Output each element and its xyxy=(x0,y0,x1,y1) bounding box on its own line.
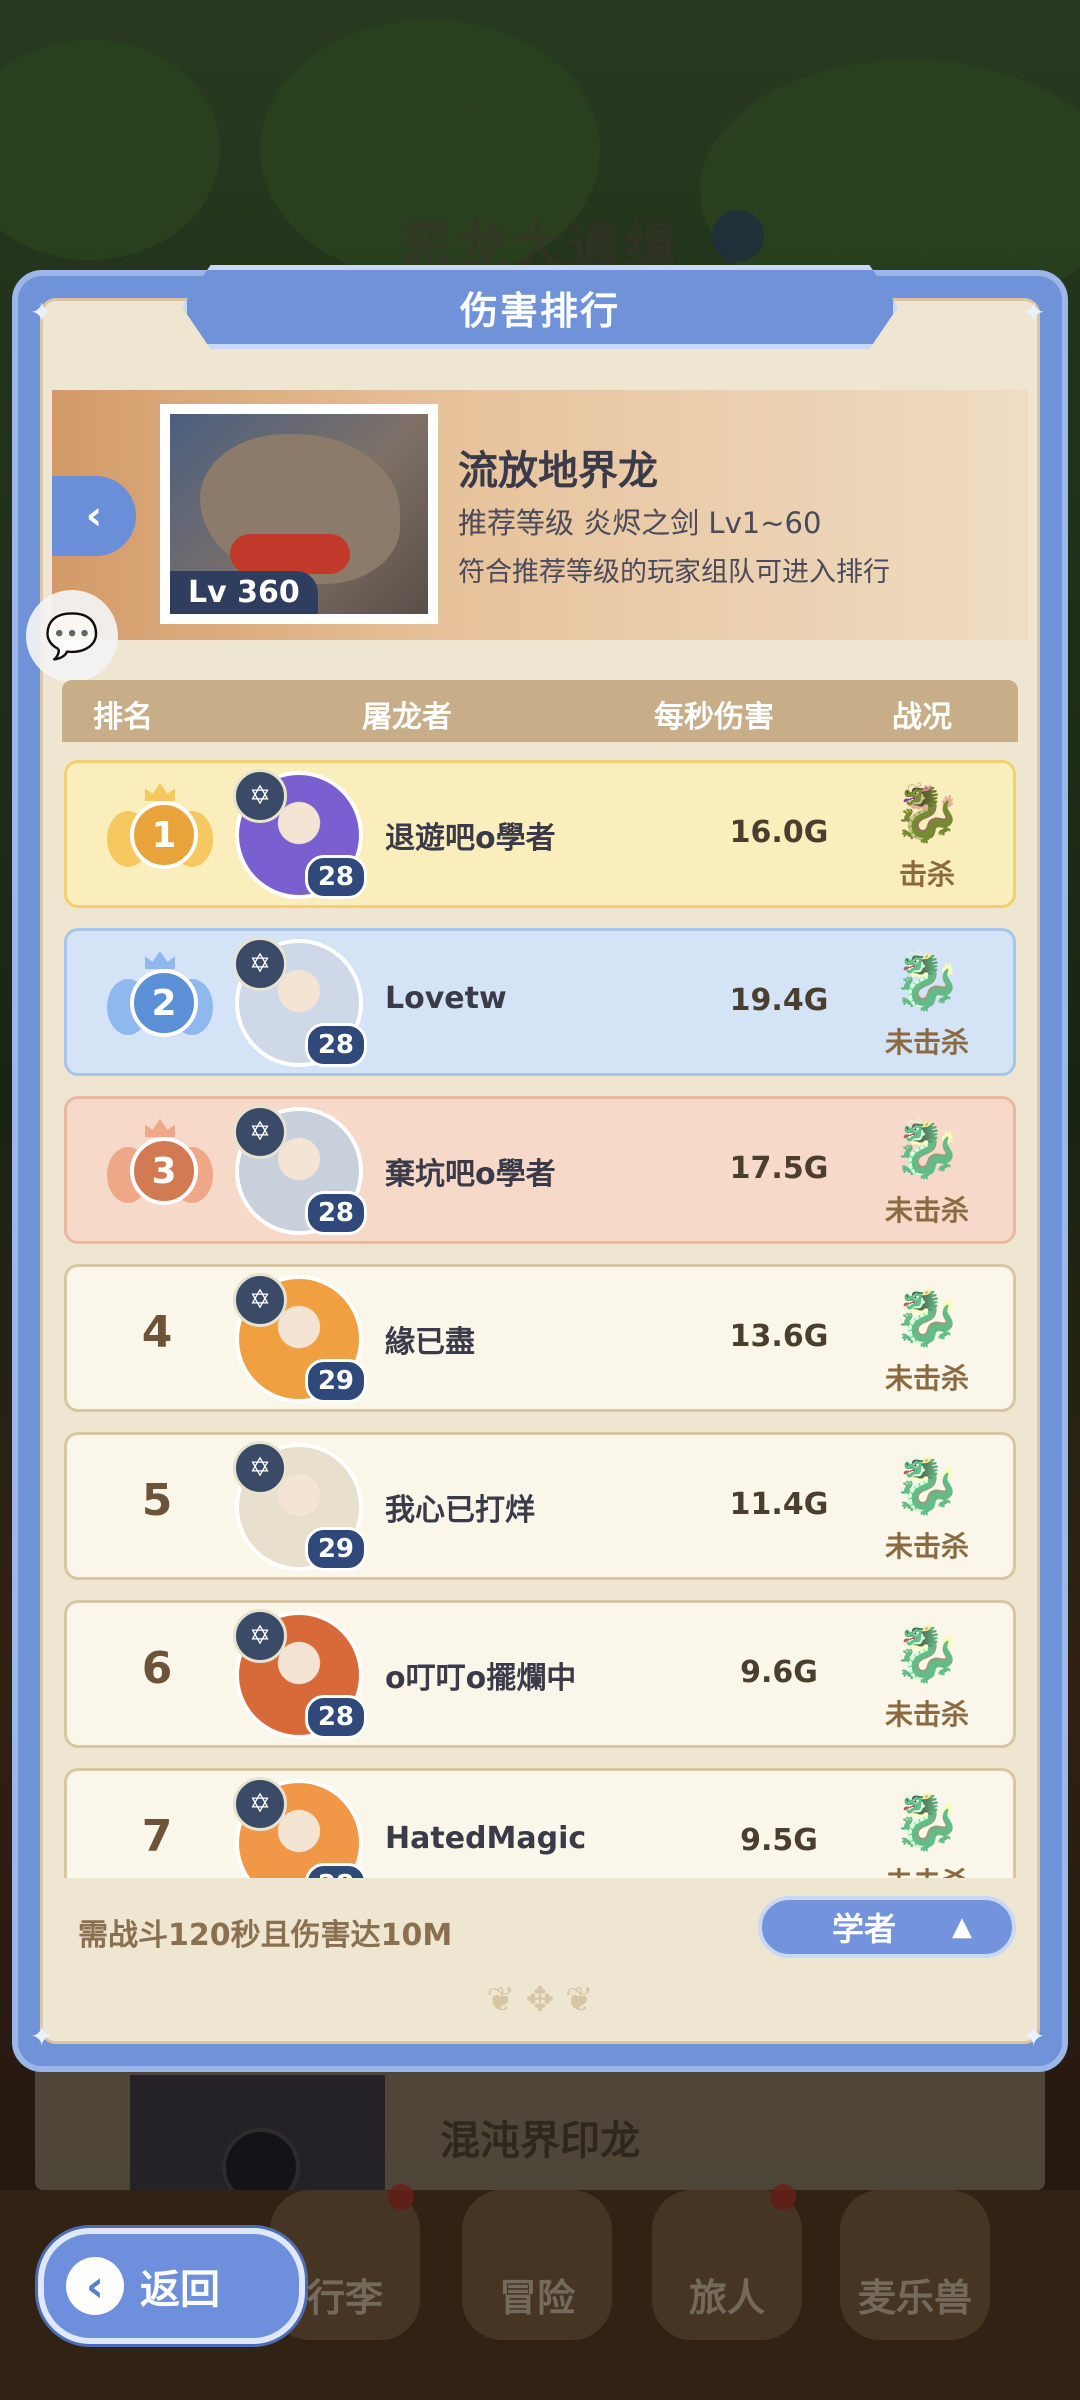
dragon-icon: 🐉 xyxy=(892,1117,962,1182)
damage-per-second: 16.0G xyxy=(729,815,829,850)
player-avatar[interactable]: ✡ 28 xyxy=(233,1609,367,1739)
kill-status: 未击杀 xyxy=(884,1530,969,1563)
dragon-killed-icon: 🐉 xyxy=(892,781,962,846)
table-row[interactable]: 4 ✡ 29 緣已盡 13.6G 🐉 未击杀 xyxy=(64,1264,1016,1412)
rank-number: 7 xyxy=(141,1811,173,1862)
player-name: 緣已盡 xyxy=(385,1325,475,1360)
class-emblem-icon: ✡ xyxy=(233,1441,287,1495)
ranking-requirement: 需战斗120秒且伤害达10M xyxy=(78,1918,453,1953)
player-level: 28 xyxy=(304,1191,367,1235)
kill-status: 未击杀 xyxy=(884,1026,969,1059)
corner-star-icon: ✦ xyxy=(1022,2020,1046,2053)
dragon-icon: 🐉 xyxy=(892,1453,962,1518)
chat-icon[interactable]: 💬 xyxy=(26,590,118,682)
damage-per-second: 9.6G xyxy=(740,1655,818,1690)
player-name: 棄坑吧o學者 xyxy=(385,1157,556,1192)
player-name: 我心已打烊 xyxy=(385,1493,535,1528)
player-level: 29 xyxy=(304,1527,367,1571)
header-status: 战况 xyxy=(892,700,952,735)
player-level: 28 xyxy=(304,1695,367,1739)
class-emblem-icon: ✡ xyxy=(233,1609,287,1663)
ranking-table-header: 排名 屠龙者 每秒伤害 战况 xyxy=(62,680,1018,742)
dragon-portrait-image: Lv 360 xyxy=(170,414,428,614)
dragon-icon: 🐉 xyxy=(892,949,962,1014)
class-emblem-icon: ✡ xyxy=(233,1777,287,1831)
header-rank: 排名 xyxy=(93,700,153,735)
dialog-title: 伤害排行 xyxy=(459,288,620,333)
kill-status: 未击杀 xyxy=(884,1362,969,1395)
class-emblem-icon: ✡ xyxy=(233,1105,287,1159)
damage-per-second: 17.5G xyxy=(729,1151,829,1186)
header-dps: 每秒伤害 xyxy=(654,700,774,735)
boss-recommend-level: 推荐等级 炎烬之剑 Lv1~60 xyxy=(458,506,822,540)
player-avatar[interactable]: ✡ 28 xyxy=(233,937,367,1067)
ranking-list[interactable]: 1 ✡ 28 退遊吧o學者 16.0G 🐉 击杀 2 ✡ 28 Lovetw 19.4G 🐉 未击杀 3 ✡ 2… xyxy=(62,742,1022,1878)
damage-per-second: 11.4G xyxy=(729,1487,829,1522)
dragon-icon: 🐉 xyxy=(892,1285,962,1350)
table-row[interactable]: 7 ✡ 28 HatedMagic 9.5G 🐉 未击杀 xyxy=(64,1768,1016,1878)
back-arrow-icon: ‹ xyxy=(66,2257,124,2315)
table-row[interactable]: 3 ✡ 28 棄坑吧o學者 17.5G 🐉 未击杀 xyxy=(64,1096,1016,1244)
rank-number: 3 xyxy=(130,1137,198,1205)
dragon-icon: 🐉 xyxy=(892,1621,962,1686)
corner-star-icon: ✦ xyxy=(30,2020,54,2053)
table-row[interactable]: 5 ✡ 29 我心已打烊 11.4G 🐉 未击杀 xyxy=(64,1432,1016,1580)
kill-status: 未击杀 xyxy=(847,1861,1007,1878)
player-name: o叮叮o擺爛中 xyxy=(385,1661,577,1696)
boss-name: 流放地界龙 xyxy=(458,448,658,494)
rank-number: 1 xyxy=(130,801,198,869)
rank-number: 2 xyxy=(130,969,198,1037)
player-level: 28 xyxy=(304,1863,367,1878)
table-row[interactable]: 1 ✡ 28 退遊吧o學者 16.0G 🐉 击杀 xyxy=(64,760,1016,908)
return-button[interactable]: ‹ 返回 xyxy=(38,2228,305,2344)
triangle-up-icon: ▲ xyxy=(952,1912,973,1942)
kill-status: 未击杀 xyxy=(884,1698,969,1731)
rank-medal-icon: 3 xyxy=(105,1119,215,1225)
corner-star-icon: ✦ xyxy=(30,296,54,329)
player-avatar[interactable]: ✡ 29 xyxy=(233,1273,367,1403)
table-row[interactable]: 6 ✡ 28 o叮叮o擺爛中 9.6G 🐉 未击杀 xyxy=(64,1600,1016,1748)
damage-per-second: 19.4G xyxy=(729,983,829,1018)
dialog-header: 伤害排行 xyxy=(182,265,898,349)
boss-ranking-note: 符合推荐等级的玩家组队可进入排行 xyxy=(458,557,890,588)
chevron-left-icon: ‹ xyxy=(85,493,103,539)
player-name: Lovetw xyxy=(385,981,507,1016)
player-avatar[interactable]: ✡ 28 xyxy=(233,769,367,899)
player-level: 28 xyxy=(304,855,367,899)
kill-status: 未击杀 xyxy=(884,1194,969,1227)
table-row[interactable]: 2 ✡ 28 Lovetw 19.4G 🐉 未击杀 xyxy=(64,928,1016,1076)
class-emblem-icon: ✡ xyxy=(233,937,287,991)
class-emblem-icon: ✡ xyxy=(233,769,287,823)
kill-status: 击杀 xyxy=(898,858,955,891)
player-avatar[interactable]: ✡ 28 xyxy=(233,1105,367,1235)
player-avatar[interactable]: ✡ 28 xyxy=(233,1777,367,1878)
rank-medal-icon: 2 xyxy=(105,951,215,1057)
class-emblem-icon: ✡ xyxy=(233,1273,287,1327)
boss-portrait: Lv 360 xyxy=(160,404,438,624)
rank-number: 6 xyxy=(141,1643,173,1694)
player-name: 退遊吧o學者 xyxy=(385,821,556,856)
boss-level-badge: Lv 360 xyxy=(170,571,318,614)
rank-number: 5 xyxy=(141,1475,173,1526)
corner-star-icon: ✦ xyxy=(1022,296,1046,329)
damage-per-second: 13.6G xyxy=(729,1319,829,1354)
return-button-label: 返回 xyxy=(140,2267,220,2313)
class-filter-dropdown[interactable]: 学者 ▲ xyxy=(758,1896,1016,1958)
rank-medal-icon: 1 xyxy=(105,783,215,889)
player-level: 28 xyxy=(304,1023,367,1067)
damage-per-second: 9.5G xyxy=(740,1823,818,1858)
class-filter-value: 学者 xyxy=(832,1910,897,1948)
ornament-icon: ❦ ✥ ❦ xyxy=(486,1980,594,2020)
collapse-tab-button[interactable]: ‹ xyxy=(52,476,136,556)
dragon-icon: 🐉 xyxy=(892,1789,962,1854)
rank-number: 4 xyxy=(141,1307,173,1358)
player-avatar[interactable]: ✡ 29 xyxy=(233,1441,367,1571)
player-level: 29 xyxy=(304,1359,367,1403)
player-name: HatedMagic xyxy=(385,1821,587,1856)
header-slayer: 屠龙者 xyxy=(362,700,452,735)
